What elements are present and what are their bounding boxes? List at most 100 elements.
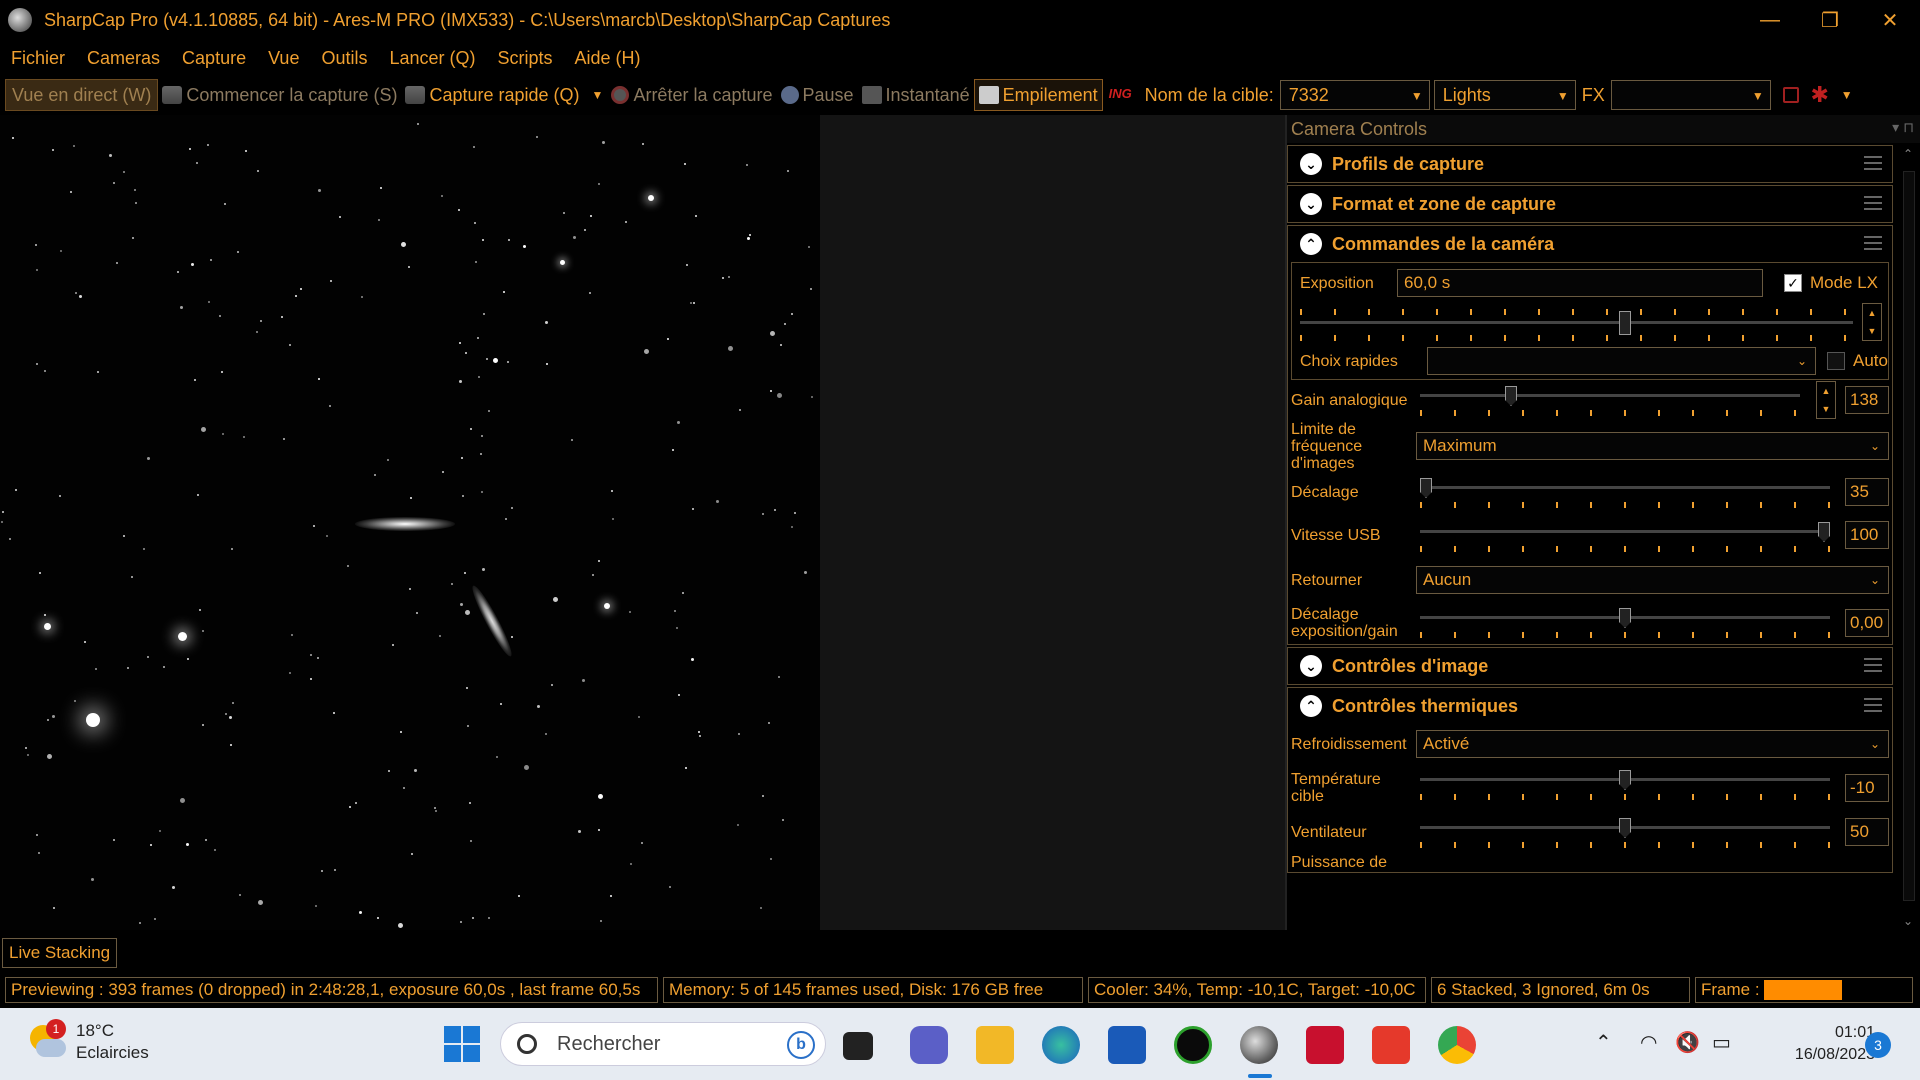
chevron-down-icon[interactable]: ⌄ xyxy=(1300,193,1322,215)
section-header[interactable]: ⌃ Commandes de la caméra xyxy=(1288,226,1892,262)
usb-slider[interactable] xyxy=(1420,522,1830,552)
app-icon[interactable] xyxy=(1306,1026,1344,1064)
notification-badge[interactable]: 3 xyxy=(1865,1032,1891,1058)
exposure-spinner[interactable]: ▲ ▼ xyxy=(1862,303,1882,341)
gain-spinner[interactable]: ▲ ▼ xyxy=(1816,381,1836,419)
menu-scripts[interactable]: Scripts xyxy=(487,48,564,69)
minimize-button[interactable]: — xyxy=(1740,0,1800,40)
taskbar-search[interactable]: Rechercher b xyxy=(500,1022,826,1066)
auto-checkbox[interactable] xyxy=(1827,352,1846,370)
menu-icon[interactable] xyxy=(1864,698,1882,716)
chevron-up-icon[interactable]: ⌃ xyxy=(1300,695,1322,717)
live-stacking-tab[interactable]: Live Stacking xyxy=(2,938,118,968)
windows-start-icon[interactable] xyxy=(444,1026,480,1062)
offset-slider-thumb[interactable] xyxy=(1420,478,1432,498)
exposure-slider-thumb[interactable] xyxy=(1619,311,1631,335)
battery-icon[interactable]: ▭ xyxy=(1712,1030,1731,1055)
frame-limit-select[interactable]: Maximum ⌄ xyxy=(1416,432,1889,460)
usb-slider-thumb[interactable] xyxy=(1818,522,1830,542)
arrow-down-icon[interactable]: ⌄ xyxy=(1903,914,1913,928)
anydesk-icon[interactable] xyxy=(1372,1026,1410,1064)
bing-icon[interactable]: b xyxy=(787,1031,815,1059)
teams-icon[interactable] xyxy=(910,1026,948,1064)
inog-icon[interactable]: ING xyxy=(1109,86,1135,104)
pin-icon[interactable]: ▾ ⊓ xyxy=(1892,119,1914,136)
cooling-select[interactable]: Activé ⌄ xyxy=(1416,730,1889,758)
chevron-down-icon[interactable]: ⌄ xyxy=(1300,153,1322,175)
menu-aide[interactable]: Aide (H) xyxy=(564,48,652,69)
usb-value[interactable]: 100 xyxy=(1845,521,1889,549)
file-explorer-icon[interactable] xyxy=(976,1026,1014,1064)
arrow-down-icon[interactable]: ▼ xyxy=(1868,326,1877,336)
lx-mode-checkbox[interactable]: ✓ xyxy=(1783,274,1802,292)
chevron-down-icon[interactable]: ▼ xyxy=(592,88,604,102)
menu-icon[interactable] xyxy=(1864,156,1882,174)
edge-icon[interactable] xyxy=(1042,1026,1080,1064)
phd2-icon[interactable] xyxy=(1174,1026,1212,1064)
close-button[interactable]: ✕ xyxy=(1860,0,1920,40)
exp-gain-offset-value[interactable]: 0,00 xyxy=(1845,609,1889,637)
fan-value[interactable]: 50 xyxy=(1845,818,1889,846)
target-temp-slider-thumb[interactable] xyxy=(1619,770,1631,790)
menu-cameras[interactable]: Cameras xyxy=(76,48,171,69)
scrollbar-thumb[interactable] xyxy=(1903,171,1915,901)
gain-value[interactable]: 138 xyxy=(1845,386,1889,414)
panel-scrollbar[interactable]: ⌃ ⌄ xyxy=(1898,143,1920,930)
start-capture-button[interactable]: Commencer la capture (S) xyxy=(158,79,401,111)
pause-button[interactable]: Pause xyxy=(777,79,858,111)
section-header[interactable]: ⌃ Contrôles thermiques xyxy=(1288,688,1892,724)
menu-fichier[interactable]: Fichier xyxy=(0,48,76,69)
arrow-up-icon[interactable]: ▲ xyxy=(1868,308,1877,318)
wifi-icon[interactable]: ◠ xyxy=(1640,1030,1657,1055)
menu-capture[interactable]: Capture xyxy=(171,48,257,69)
menu-icon[interactable] xyxy=(1864,196,1882,214)
fan-slider-thumb[interactable] xyxy=(1619,818,1631,838)
chevron-down-icon[interactable]: ▼ xyxy=(1841,88,1853,102)
offset-slider[interactable] xyxy=(1420,478,1830,508)
menu-outils[interactable]: Outils xyxy=(310,48,378,69)
exp-gain-offset-slider[interactable] xyxy=(1420,608,1830,638)
frame-type-combo[interactable]: Lights ▼ xyxy=(1433,80,1576,110)
tray-overflow-icon[interactable]: ⌃ xyxy=(1595,1030,1612,1055)
task-view-icon[interactable] xyxy=(843,1032,873,1060)
target-name-combo[interactable]: 7332 ▼ xyxy=(1279,80,1430,110)
image-viewport[interactable] xyxy=(0,115,1285,930)
target-temp-value[interactable]: -10 xyxy=(1845,774,1889,802)
chevron-up-icon[interactable]: ⌃ xyxy=(1300,233,1322,255)
quick-choice-select[interactable]: ⌄ xyxy=(1427,347,1816,375)
gain-slider[interactable] xyxy=(1420,386,1800,416)
arrow-up-icon[interactable]: ▲ xyxy=(1822,386,1831,396)
target-temp-slider[interactable] xyxy=(1420,770,1830,800)
reticle-icon[interactable] xyxy=(1782,87,1799,103)
stop-capture-button[interactable]: Arrêter la capture xyxy=(607,79,776,111)
menu-icon[interactable] xyxy=(1864,658,1882,676)
store-icon[interactable] xyxy=(1108,1026,1146,1064)
section-header[interactable]: ⌄ Contrôles d'image xyxy=(1288,648,1892,684)
fx-combo[interactable]: ▼ xyxy=(1610,80,1771,110)
arrow-up-icon[interactable]: ⌃ xyxy=(1903,147,1913,161)
chrome-icon[interactable] xyxy=(1438,1026,1476,1064)
live-view-button[interactable]: Vue en direct (W) xyxy=(5,79,159,111)
sharpcap-icon[interactable] xyxy=(1240,1026,1278,1064)
weather-widget[interactable]: 1 18°C Eclaircies xyxy=(28,1019,149,1064)
menu-vue[interactable]: Vue xyxy=(257,48,310,69)
exp-gain-offset-slider-thumb[interactable] xyxy=(1619,608,1631,628)
section-header[interactable]: ⌄ Format et zone de capture xyxy=(1288,186,1892,222)
section-header[interactable]: ⌄ Profils de capture xyxy=(1288,146,1892,182)
crosshair-icon[interactable]: ✱ xyxy=(1809,84,1831,106)
volume-muted-icon[interactable]: 🔇 xyxy=(1675,1030,1700,1055)
restore-button[interactable]: ❐ xyxy=(1800,0,1860,40)
menu-icon[interactable] xyxy=(1864,236,1882,254)
snapshot-button[interactable]: Instantané xyxy=(858,79,974,111)
exposure-input[interactable]: 60,0 s xyxy=(1397,269,1763,297)
flip-select[interactable]: Aucun ⌄ xyxy=(1416,566,1889,594)
gain-slider-thumb[interactable] xyxy=(1505,386,1517,406)
menu-lancer[interactable]: Lancer (Q) xyxy=(378,48,486,69)
offset-value[interactable]: 35 xyxy=(1845,478,1889,506)
fan-slider[interactable] xyxy=(1420,818,1830,848)
chevron-down-icon[interactable]: ⌄ xyxy=(1300,655,1322,677)
arrow-down-icon[interactable]: ▼ xyxy=(1822,404,1831,414)
taskbar-clock[interactable]: 01:01 16/08/2023 xyxy=(1760,1022,1875,1066)
quick-capture-button[interactable]: Capture rapide (Q) ▼ xyxy=(401,79,607,111)
stacking-button[interactable]: Empilement xyxy=(973,79,1103,111)
